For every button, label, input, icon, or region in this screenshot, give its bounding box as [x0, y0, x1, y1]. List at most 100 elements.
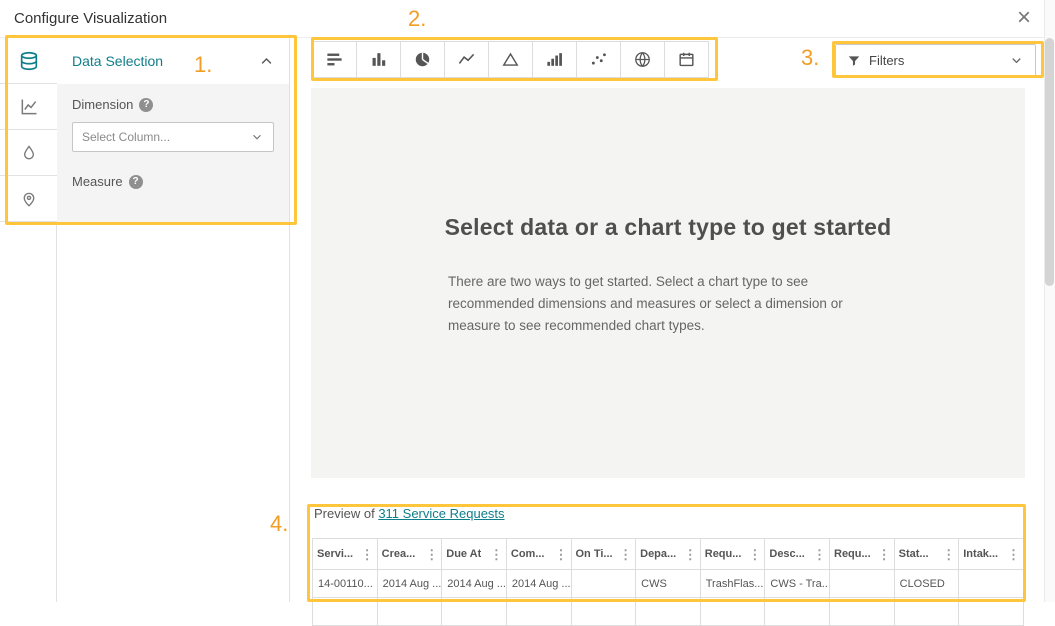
database-icon [18, 50, 40, 72]
area-chart-icon [501, 50, 520, 69]
kebab-menu-icon[interactable]: ⋮ [490, 547, 503, 563]
table-cell: 2014 Aug ... [376, 569, 443, 598]
histogram-button[interactable] [532, 41, 577, 78]
rail-item-region-map[interactable] [0, 130, 57, 176]
column-label: Depa... [640, 548, 677, 561]
column-label: Requ... [704, 548, 742, 561]
kebab-menu-icon[interactable]: ⋮ [619, 547, 632, 563]
dialog-title: Configure Visualization [14, 10, 168, 27]
globe-icon [633, 50, 652, 69]
data-selection-header[interactable]: Data Selection [57, 38, 289, 84]
scatter-plot-icon [589, 50, 608, 69]
column-label: Crea... [381, 548, 416, 561]
column-label: Servi... [317, 548, 354, 561]
map-pin-icon [20, 190, 38, 208]
funnel-icon [847, 54, 861, 68]
column-label: Desc... [769, 548, 805, 561]
preview-table-header-row: Servi... ⋮ Crea... ⋮ Due At ⋮ Com... ⋮ On Ti... ⋮… [312, 538, 1024, 570]
canvas-description: There are two ways to get started. Selec… [448, 274, 843, 333]
preview-prefix: Preview of [314, 506, 379, 521]
bar-chart-button[interactable] [312, 41, 357, 78]
dimension-column-select[interactable]: Select Column... [72, 122, 274, 152]
column-label: Com... [510, 548, 545, 561]
kebab-menu-icon[interactable]: ⋮ [748, 547, 761, 563]
column-header[interactable]: Servi... ⋮ [312, 538, 378, 570]
chevron-up-icon[interactable] [259, 54, 274, 69]
line-chart-icon [457, 50, 476, 69]
calendar-button[interactable] [664, 41, 709, 78]
column-header[interactable]: Desc... ⋮ [764, 538, 830, 570]
table-cell: CWS - Tra... [764, 569, 830, 598]
histogram-icon [545, 50, 564, 69]
column-header[interactable]: Stat... ⋮ [893, 538, 960, 570]
chart-type-toolbar [312, 41, 709, 78]
column-header[interactable]: Due At ⋮ [441, 538, 507, 570]
table-cell [829, 569, 895, 598]
visualization-type-rail [0, 38, 57, 602]
rail-item-point-map[interactable] [0, 176, 57, 222]
column-label: On Ti... [575, 548, 613, 561]
preview-label: Preview of 311 Service Requests [314, 506, 505, 521]
pie-chart-button[interactable] [400, 41, 445, 78]
dialog-header: Configure Visualization × [0, 0, 1055, 38]
table-cell: 14-00110... [312, 569, 378, 598]
column-header[interactable]: Requ... ⋮ [699, 538, 766, 570]
dimension-label: Dimension [72, 97, 134, 112]
table-cell: 2014 Aug ... [505, 569, 572, 598]
scrollbar-thumb[interactable] [1045, 38, 1054, 286]
pie-chart-icon [413, 50, 432, 69]
table-cell [958, 569, 1024, 598]
table-cell [570, 569, 637, 598]
table-cell: 2014 Aug ... [441, 569, 507, 598]
table-cell: TrashFlas... [699, 569, 766, 598]
kebab-menu-icon[interactable]: ⋮ [1007, 547, 1020, 563]
help-icon[interactable]: ? [139, 97, 154, 112]
visualization-canvas: Select data or a chart type to get start… [311, 88, 1025, 478]
annotation-label-3: 3. [801, 45, 820, 70]
panel-title: Data Selection [72, 53, 164, 69]
close-icon[interactable]: × [1017, 4, 1031, 32]
column-label: Requ... [834, 548, 871, 561]
column-chart-icon [369, 50, 388, 69]
preview-table-row: 14-00110... 2014 Aug ... 2014 Aug ... 2014 … [312, 569, 1024, 598]
help-icon[interactable]: ? [128, 174, 143, 189]
column-header[interactable]: Crea... ⋮ [376, 538, 443, 570]
axis-chart-icon [19, 97, 39, 117]
kebab-menu-icon[interactable]: ⋮ [361, 547, 374, 563]
rail-item-axis-chart[interactable] [0, 84, 57, 130]
select-placeholder: Select Column... [82, 130, 171, 144]
canvas-heading: Select data or a chart type to get start… [444, 214, 892, 240]
column-header[interactable]: Intak... ⋮ [958, 538, 1024, 570]
kebab-menu-icon[interactable]: ⋮ [425, 547, 438, 563]
preview-table: Servi... ⋮ Crea... ⋮ Due At ⋮ Com... ⋮ On Ti... ⋮… [312, 538, 1024, 626]
column-label: Intak... [963, 548, 999, 561]
map-button[interactable] [620, 41, 665, 78]
table-cell: CLOSED [893, 569, 960, 598]
rail-item-data[interactable] [0, 38, 57, 84]
column-header[interactable]: Requ... ⋮ [829, 538, 895, 570]
filters-label: Filters [869, 53, 905, 68]
kebab-menu-icon[interactable]: ⋮ [555, 547, 568, 563]
vertical-scrollbar[interactable] [1044, 0, 1055, 602]
chevron-down-icon [1009, 53, 1024, 68]
calendar-icon [677, 50, 696, 69]
dataset-link[interactable]: 311 Service Requests [378, 506, 504, 521]
column-header[interactable]: On Ti... ⋮ [570, 538, 637, 570]
column-chart-button[interactable] [356, 41, 401, 78]
kebab-menu-icon[interactable]: ⋮ [942, 547, 955, 563]
column-header[interactable]: Com... ⋮ [505, 538, 572, 570]
kebab-menu-icon[interactable]: ⋮ [878, 547, 891, 563]
droplet-icon [20, 144, 38, 162]
chevron-down-icon [250, 130, 264, 144]
filters-dropdown[interactable]: Filters [835, 44, 1036, 77]
area-chart-button[interactable] [488, 41, 533, 78]
column-header[interactable]: Depa... ⋮ [635, 538, 701, 570]
kebab-menu-icon[interactable]: ⋮ [684, 547, 697, 563]
scatter-plot-button[interactable] [576, 41, 621, 78]
kebab-menu-icon[interactable]: ⋮ [813, 547, 826, 563]
data-selection-body: Dimension ? Select Column... Measure ? [57, 84, 289, 224]
column-label: Stat... [898, 548, 929, 561]
dimension-label-row: Dimension ? [72, 97, 274, 112]
line-chart-button[interactable] [444, 41, 489, 78]
measure-label-row: Measure ? [72, 174, 274, 189]
